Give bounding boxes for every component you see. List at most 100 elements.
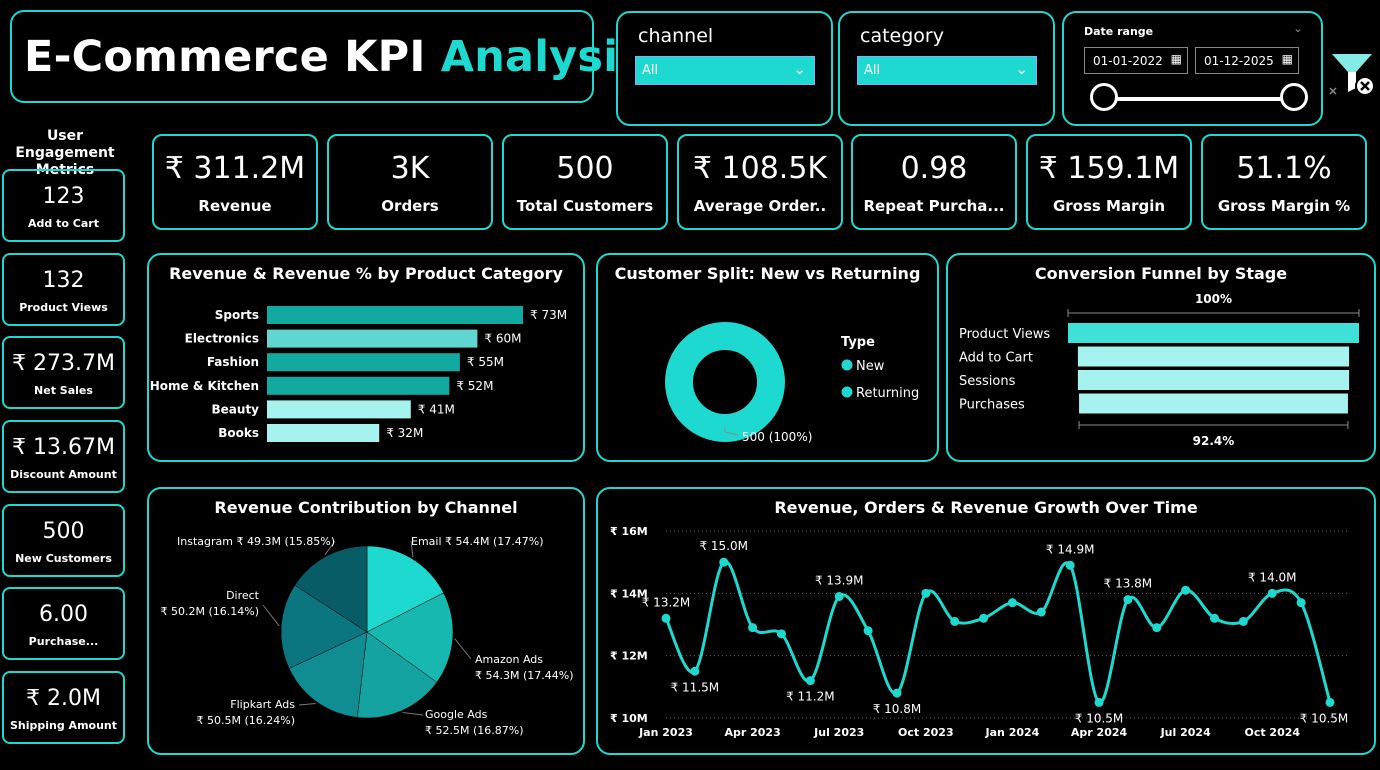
calendar-icon[interactable]: ▦ — [1171, 52, 1182, 66]
date-slider-start-handle[interactable] — [1090, 83, 1118, 111]
category-value-label: ₹ 60M — [484, 332, 521, 346]
legend-marker — [841, 359, 853, 371]
line-point[interactable] — [1325, 697, 1335, 707]
category-bar[interactable] — [267, 424, 380, 442]
line-point[interactable] — [719, 557, 729, 567]
line-point[interactable] — [1036, 607, 1046, 617]
category-bar[interactable] — [267, 306, 523, 324]
card-label: Net Sales — [34, 384, 93, 397]
card-label: New Customers — [15, 552, 112, 565]
card-value: 123 — [42, 184, 85, 209]
category-value-label: ₹ 55M — [467, 355, 504, 369]
line-point[interactable] — [1065, 560, 1075, 570]
line-point[interactable] — [661, 613, 671, 623]
kpi-value: ₹ 311.2M — [164, 151, 306, 186]
x-tick-label: Oct 2023 — [898, 726, 954, 739]
category-bar[interactable] — [267, 376, 450, 395]
pie-leader-line — [454, 638, 472, 660]
line-point[interactable] — [690, 666, 700, 676]
line-point[interactable] — [1152, 623, 1162, 633]
revenue-line-chart: ₹ 10M₹ 12M₹ 14M₹ 16MJan 2023 Apr 2023 Jul … — [610, 525, 1350, 739]
line-point[interactable] — [1267, 588, 1277, 598]
card-label: Shipping Amount — [9, 719, 118, 732]
card-value: 500 — [42, 519, 85, 544]
line-point[interactable] — [863, 626, 873, 636]
funnel-bar[interactable] — [1077, 370, 1350, 390]
line-point[interactable] — [1123, 595, 1133, 605]
date-start-input[interactable]: 01-01-2022 ▦ — [1084, 47, 1188, 74]
pie-slice-label: Google Ads — [425, 708, 488, 721]
line-point[interactable] — [1181, 585, 1191, 595]
card-label: Purchase... — [28, 635, 99, 648]
date-end-value: 01-12-2025 — [1204, 54, 1274, 68]
title-main: E-Commerce KPI — [24, 32, 441, 82]
line-data-label: ₹ 11.5M — [671, 680, 720, 694]
card-value: 6.00 — [39, 602, 88, 627]
legend-label[interactable]: New — [856, 359, 885, 374]
line-point[interactable] — [979, 613, 989, 623]
card-label: Discount Amount — [10, 468, 117, 481]
kpi-total-customers: 500 Total Customers — [502, 134, 668, 230]
line-point[interactable] — [1094, 697, 1104, 707]
x-tick-label: Jan 2024 — [985, 726, 1040, 739]
legend-marker — [841, 386, 853, 398]
category-dropdown-value: All — [864, 63, 881, 78]
line-data-label: ₹ 10.8M — [873, 702, 922, 716]
pie-slice-label: Amazon Ads — [475, 653, 543, 666]
line-point[interactable] — [892, 688, 902, 698]
x-tick-label: Oct 2024 — [1244, 726, 1300, 739]
line-data-label: ₹ 10.5M — [1075, 711, 1124, 725]
card-new-customers: 500 New Customers — [2, 504, 125, 577]
category-bar[interactable] — [267, 353, 460, 372]
x-tick-label: Jul 2023 — [813, 726, 864, 739]
chevron-down-icon: ⌄ — [1015, 60, 1028, 78]
card-product-views: 132 Product Views — [2, 253, 125, 326]
pie-slice-label: Instagram ₹ 49.3M (15.85%) — [177, 535, 335, 548]
channel-dropdown[interactable]: All ⌄ — [635, 56, 815, 85]
line-point[interactable] — [1007, 598, 1017, 608]
category-bar[interactable] — [267, 329, 478, 348]
kpi-label: Total Customers — [516, 197, 654, 215]
pie-slice-label: Email ₹ 54.4M (17.47%) — [411, 535, 544, 548]
line-point[interactable] — [776, 629, 786, 639]
pie-slice-value: ₹ 50.5M (16.24%) — [196, 714, 295, 727]
line-point[interactable] — [834, 591, 844, 601]
card-value: ₹ 13.67M — [12, 435, 115, 460]
legend-label[interactable]: Returning — [856, 386, 919, 401]
clear-filter-icon[interactable] — [1328, 50, 1376, 98]
date-slider-track[interactable] — [1100, 97, 1295, 101]
line-point[interactable] — [805, 676, 815, 686]
kpi-value: ₹ 108.5K — [692, 151, 828, 186]
date-slider-end-handle[interactable] — [1280, 83, 1308, 111]
funnel-bottom-label: 92.4% — [1193, 434, 1235, 448]
funnel-bar[interactable] — [1079, 393, 1348, 414]
chevron-down-icon[interactable]: ⌄ — [1293, 21, 1303, 35]
line-point[interactable] — [748, 623, 758, 633]
calendar-icon[interactable]: ▦ — [1282, 52, 1293, 66]
category-label: Beauty — [212, 402, 260, 416]
line-point[interactable] — [950, 616, 960, 626]
line-point[interactable] — [1238, 616, 1248, 626]
kpi-label: Revenue — [198, 197, 272, 215]
line-point[interactable] — [1296, 598, 1306, 608]
donut-slice-new[interactable] — [665, 322, 785, 442]
date-end-input[interactable]: 01-12-2025 ▦ — [1195, 47, 1299, 74]
line-point[interactable] — [1210, 613, 1220, 623]
category-value-label: ₹ 32M — [386, 426, 423, 440]
funnel-top-bracket — [1067, 309, 1360, 317]
funnel-bar[interactable] — [1077, 346, 1350, 367]
funnel-bar[interactable] — [1068, 323, 1359, 343]
pie-leader-line — [262, 604, 280, 627]
category-bar[interactable] — [267, 400, 411, 419]
card-purchases: 6.00 Purchase... — [2, 587, 125, 660]
line-point[interactable] — [921, 588, 931, 598]
category-dropdown[interactable]: All ⌄ — [857, 56, 1037, 85]
kpi-orders: 3K Orders — [327, 134, 493, 230]
category-value-label: ₹ 52M — [456, 379, 493, 393]
line-data-label: ₹ 14.0M — [1248, 570, 1297, 584]
kpi-gross-margin: ₹ 159.1M Gross Margin — [1026, 134, 1192, 230]
channel-pie-chart: Email ₹ 54.4M (17.47%) Amazon Ads ₹ 54.3M … — [160, 535, 573, 737]
revenue-line[interactable] — [664, 560, 1332, 704]
funnel-bottom-bracket — [1078, 421, 1349, 429]
x-tick-label: Jul 2024 — [1160, 726, 1211, 739]
